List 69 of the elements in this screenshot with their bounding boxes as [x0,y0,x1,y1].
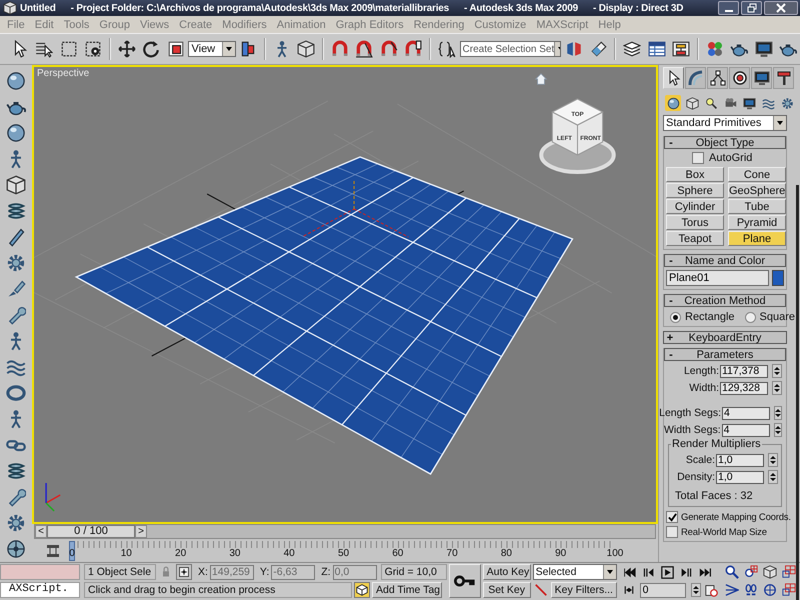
spinner-field[interactable]: 129,328 [720,382,768,394]
checkbox-label[interactable]: AutoGrid [709,152,752,164]
add-time-tag-button[interactable]: Add Time Tag [372,582,442,598]
spinner-field[interactable]: 4 [722,406,770,420]
project-folder-title: - Project Folder: C:\Archivos de programa\Autodesk\3ds Max 2009\materiallibraries [70,2,450,14]
selection-set-dropdown[interactable]: Create Selection Set [460,41,562,57]
frame-number: 20 [175,548,186,560]
field-label: Length Segs: [659,407,721,419]
display-driver-title: - Display : Direct 3D [592,2,684,14]
previous-frame-button[interactable]: < [35,525,47,538]
rollout-header[interactable]: - Name and Color [664,254,786,267]
field-label: Width Segs: [664,424,721,436]
radio-label[interactable]: Rectangle [685,311,735,323]
frame-number: 30 [229,548,240,560]
rollout-header[interactable]: - Parameters [664,348,786,361]
field-label: Width: [689,382,719,394]
auto-key-button[interactable]: Auto Key [482,564,531,580]
radio-label[interactable]: Square [760,311,796,323]
coordinate-label: Y: [260,566,270,578]
current-frame-field[interactable]: 0 [640,582,686,598]
frame-number: 40 [284,548,295,560]
grid-size-text: Grid = 10,0 [380,564,447,580]
reference-coordinate-dropdown[interactable]: View [188,41,236,57]
object-type-button[interactable]: GeoSphere [728,183,786,198]
total-faces-text: Total Faces : 32 [675,490,754,502]
object-type-button[interactable]: Plane [728,231,786,246]
next-frame-button[interactable]: > [135,525,147,538]
frame-number: 90 [555,548,566,560]
field-label: Density: [677,471,715,483]
checkbox-label[interactable]: Generate Mapping Coords. [681,512,791,522]
object-type-button[interactable]: Cylinder [666,199,724,214]
rollout-header[interactable]: + KeyboardEntry [663,331,787,344]
group-title: Render Multipliers [671,438,762,450]
object-type-button[interactable]: Tube [728,199,786,214]
frame-number: 100 [606,548,624,560]
coordinate-label: X: [198,566,208,578]
rollout-header[interactable]: - Creation Method [664,294,786,307]
frame-number: 10 [120,548,132,560]
spinner-field[interactable]: 117,378 [720,364,768,378]
time-slider-thumb[interactable]: 0 / 100 [47,525,135,538]
frame-number: 50 [338,548,350,560]
primitive-type-dropdown[interactable]: Standard Primitives [663,115,787,131]
rollout-header[interactable]: - Object Type [664,136,786,149]
frame-number: 0 [69,548,75,560]
frame-number: 60 [392,548,404,560]
field-label: Scale: [686,454,715,466]
object-type-button[interactable]: Teapot [666,231,724,246]
object-type-button[interactable]: Torus [666,215,724,230]
spinner-field[interactable]: 1,0 [716,470,764,484]
selection-count: 1 Object Sele [84,564,156,580]
maxscript-field[interactable]: AXScript. [0,582,80,598]
object-type-button[interactable]: Pyramid [728,215,786,230]
spinner-field[interactable]: 1,0 [716,454,764,466]
window-title: Untitled [20,2,56,14]
object-type-button[interactable]: Cone [728,167,786,182]
frame-number: 70 [446,548,458,560]
object-type-button[interactable]: Box [666,167,724,182]
object-name-field[interactable]: Plane01 [666,270,769,286]
spinner-field[interactable]: 4 [722,424,770,436]
field-label: Length: [684,365,719,377]
frame-number: 80 [500,548,512,560]
coordinate-label: Z: [321,566,331,578]
object-type-button[interactable]: Sphere [666,183,724,198]
checkbox-label[interactable]: Real-World Map Size [681,526,767,538]
key-filters-button[interactable]: Key Filters... [550,582,617,598]
prompt-text: Click and drag to begin creation process [84,582,352,598]
key-mode-dropdown[interactable]: Selected [532,564,617,580]
set-key-button[interactable]: Set Key [482,582,531,598]
application-title: - Autodesk 3ds Max 2009 [464,2,578,14]
